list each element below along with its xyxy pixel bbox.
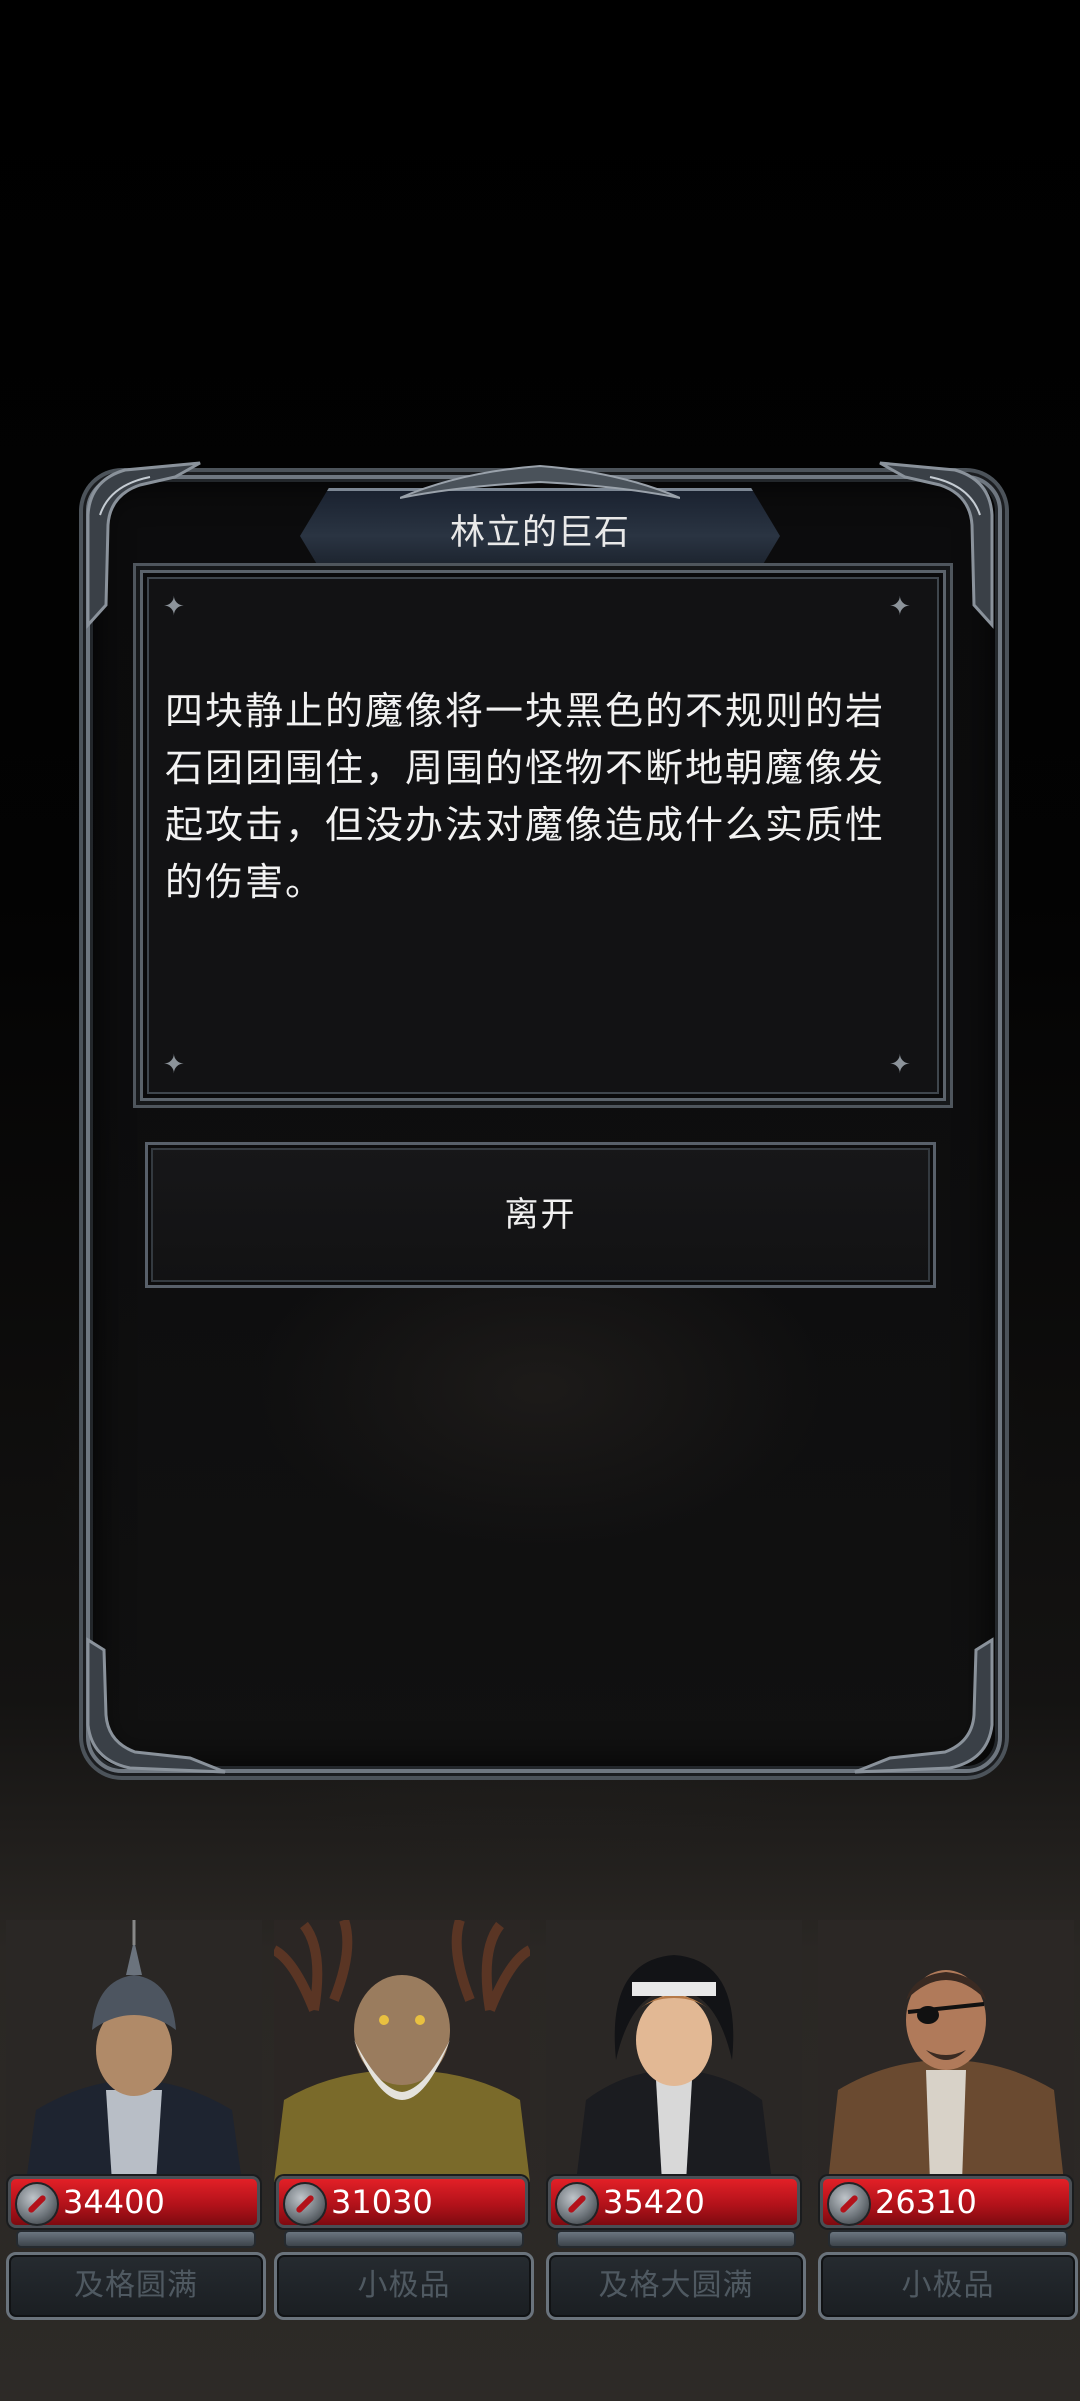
hero-exp-bar (284, 2230, 524, 2248)
hero-rank-box: 及格圆满 (6, 2252, 266, 2320)
panel-corner-star-icon: ✦ (163, 592, 185, 622)
hero-power: 35420 (603, 2183, 705, 2221)
description-line: 石团团围住，周围的怪物不断地朝魔像发 (165, 746, 886, 790)
hero-slot-1[interactable]: 34400 及格圆满 (0, 1920, 268, 2320)
hero-exp-bar (16, 2230, 256, 2248)
power-bar: 26310 (820, 2176, 1072, 2228)
event-description: 四块静止的魔像将一块黑色的不规则的岩 石团团围住，周围的怪物不断地朝魔像发 起攻… (165, 683, 905, 911)
panel-corner-star-icon: ✦ (889, 592, 911, 622)
hero-slot-2[interactable]: 31030 小极品 (268, 1920, 536, 2320)
panel-corner-star-icon: ✦ (163, 1050, 185, 1080)
description-line: 的伤害。 (165, 860, 326, 904)
hero-party-bar: 34400 及格圆满 31030 小极品 35420 及格大圆满 26310 小… (0, 1920, 1080, 2320)
power-bar: 35420 (548, 2176, 800, 2228)
hero-rank: 小极品 (357, 2268, 451, 2303)
power-icon (827, 2182, 871, 2226)
hero-slot-3[interactable]: 35420 及格大圆满 (540, 1920, 808, 2320)
nun-portrait (546, 1920, 802, 2182)
leave-button-label: 离开 (504, 1195, 577, 1235)
power-icon (555, 2182, 599, 2226)
hero-rank: 小极品 (901, 2268, 995, 2303)
leave-button[interactable]: 离开 (145, 1142, 936, 1288)
hero-rank-box: 及格大圆满 (546, 2252, 806, 2320)
antlered-sage-portrait (274, 1920, 530, 2182)
hero-rank: 及格圆满 (74, 2268, 198, 2303)
hero-power: 31030 (331, 2183, 433, 2221)
description-line: 四块静止的魔像将一块黑色的不规则的岩 (165, 689, 886, 733)
hero-rank-box: 小极品 (818, 2252, 1078, 2320)
panel-corner-star-icon: ✦ (889, 1050, 911, 1080)
power-bar: 34400 (8, 2176, 260, 2228)
power-bar: 31030 (276, 2176, 528, 2228)
hero-power: 26310 (875, 2183, 977, 2221)
power-icon (15, 2182, 59, 2226)
hero-exp-bar (828, 2230, 1068, 2248)
hero-slot-4[interactable]: 26310 小极品 (812, 1920, 1080, 2320)
hero-exp-bar (556, 2230, 796, 2248)
description-line: 起攻击，但没办法对魔像造成什么实质性 (165, 803, 886, 847)
eyepatch-ranger-portrait (818, 1920, 1074, 2182)
power-icon (283, 2182, 327, 2226)
hero-rank: 及格大圆满 (598, 2268, 754, 2303)
knight-portrait (6, 1920, 262, 2182)
dialog-title: 林立的巨石 (449, 513, 630, 553)
hero-power: 34400 (63, 2183, 165, 2221)
hero-rank-box: 小极品 (274, 2252, 534, 2320)
